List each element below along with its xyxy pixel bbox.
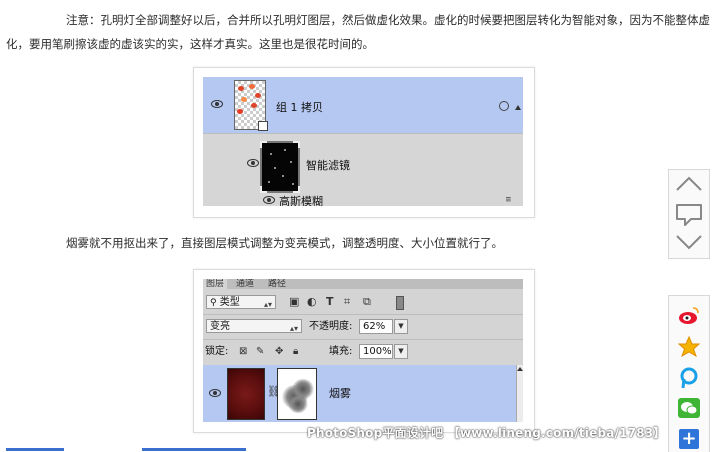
layer-separator [203, 133, 523, 134]
chevron-down-icon: ▴▾ [289, 324, 298, 333]
lock-all-icon[interactable]: 🔒︎ [293, 346, 298, 358]
article-paragraph-1: 注意：孔明灯全部调整好以后，合并所以孔明灯图层，然后做虚化效果。虚化的时候要把图… [6, 13, 710, 51]
lock-label: 锁定: [205, 346, 229, 357]
weibo-icon[interactable] [677, 304, 701, 326]
layer-name: 组 1 拷贝 [276, 101, 323, 114]
adjustment-filter-icon[interactable]: ◐ [307, 296, 317, 308]
filter-kind-value: 类型 [219, 297, 240, 308]
article-paragraph-2: 烟雾就不用抠出来了，直接图层模式调整为变亮模式，调整透明度、大小位置就行了。 [66, 236, 503, 250]
filter-name[interactable]: 高斯模糊 [279, 193, 323, 206]
chevron-down-icon: ▴▾ [263, 300, 272, 309]
filter-toggle-icon[interactable] [396, 296, 404, 310]
filter-options-icon[interactable]: ≡ [506, 195, 511, 205]
fill-input[interactable]: 100% [359, 344, 393, 359]
blend-mode-select[interactable]: 变亮 ▴▾ [206, 319, 302, 333]
blend-mode-value: 变亮 [210, 321, 230, 332]
page-nav-box [668, 169, 710, 259]
site-watermark: PhotoShop平面设计吧 【www.lineng.com/tieba/178… [307, 426, 666, 440]
opacity-dropdown-icon[interactable]: ▼ [394, 319, 408, 334]
separator [203, 339, 523, 340]
layer-name: 烟雾 [329, 387, 351, 400]
smart-filter-mask-thumbnail [260, 141, 300, 193]
scroll-to-top-icon[interactable] [669, 170, 709, 199]
more-share-icon[interactable]: + [679, 429, 699, 449]
smart-object-link-icon [499, 101, 509, 111]
panel-tabs: 图层 通道 路径 [203, 279, 523, 289]
wechat-icon[interactable] [678, 398, 700, 418]
lock-position-move-icon[interactable]: ✥ [275, 346, 283, 358]
screenshot-layers-blend-mode: 图层 通道 路径 ⚲ 类型 ▴▾ ▣ ◐ T ⌗ ⧉ 变亮 ▴▾ 不透明度: 6… [193, 269, 535, 433]
lock-fill-row: 锁定: ⊠ ✎ ✥ 🔒︎ 填充: 100% ▼ [203, 341, 523, 363]
visibility-eye-icon[interactable] [211, 100, 223, 108]
pixel-filter-icon[interactable]: ▣ [289, 296, 299, 308]
fill-dropdown-icon[interactable]: ▼ [394, 344, 408, 359]
opacity-input[interactable]: 62% [359, 319, 393, 334]
smart-object-badge-icon [258, 121, 268, 131]
filter-row: ⚲ 类型 ▴▾ ▣ ◐ T ⌗ ⧉ [203, 292, 523, 312]
filter-eye-icon[interactable] [263, 196, 275, 204]
layers-panel: 图层 通道 路径 ⚲ 类型 ▴▾ ▣ ◐ T ⌗ ⧉ 变亮 ▴▾ 不透明度: 6… [203, 279, 523, 422]
shape-filter-icon[interactable]: ⌗ [344, 296, 350, 308]
fill-label: 填充: [329, 346, 353, 357]
tab-paths[interactable]: 路径 [265, 279, 289, 289]
blend-opacity-row: 变亮 ▴▾ 不透明度: 62% ▼ [203, 317, 523, 337]
scroll-to-bottom-icon[interactable] [669, 228, 709, 257]
scroll-up-arrow-icon[interactable] [515, 105, 521, 110]
layers-scrollbar[interactable] [516, 365, 523, 422]
filter-kind-select[interactable]: ⚲ 类型 ▴▾ [206, 295, 276, 309]
layer-thumbnail [227, 368, 265, 420]
tab-layers[interactable]: 图层 [203, 279, 228, 289]
smart-object-filter-icon[interactable]: ⧉ [363, 296, 371, 308]
lock-transparent-icon[interactable]: ⊠ [239, 346, 247, 358]
opacity-label: 不透明度: [309, 321, 353, 332]
share-sidebar: + [668, 295, 710, 452]
comment-icon[interactable] [669, 199, 709, 228]
layer-mask-thumbnail [277, 368, 317, 420]
layers-panel: 组 1 拷贝 智能滤镜 高斯模糊 ≡ [203, 77, 523, 206]
search-icon: ⚲ [210, 298, 217, 308]
smart-filters-label: 智能滤镜 [306, 159, 350, 172]
layer-row-selected[interactable]: ⛓ 烟雾 [203, 365, 517, 422]
screenshot-layers-smart-filter: 组 1 拷贝 智能滤镜 高斯模糊 ≡ [193, 67, 535, 218]
lock-image-brush-icon[interactable]: ✎ [256, 346, 264, 358]
separator [203, 314, 523, 315]
pengyou-icon[interactable] [679, 367, 699, 389]
visibility-eye-icon[interactable] [209, 389, 221, 397]
type-filter-icon[interactable]: T [326, 296, 334, 308]
smart-filter-eye-icon[interactable] [247, 159, 259, 167]
tab-channels[interactable]: 通道 [233, 279, 257, 289]
qzone-icon[interactable] [678, 336, 700, 358]
